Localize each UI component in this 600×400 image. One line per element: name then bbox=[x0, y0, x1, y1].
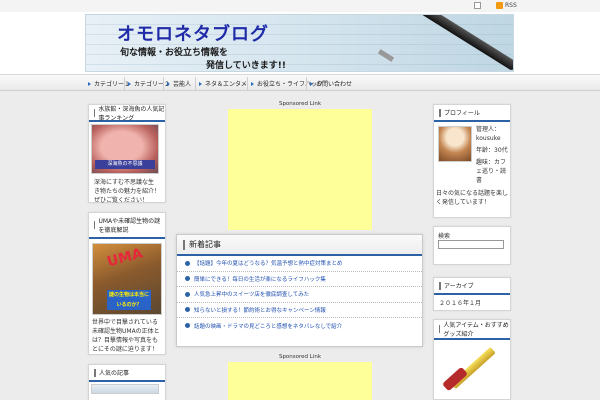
right-widget-profile: プロフィール 管理人：kousuke 年齢：30代 趣味：カフェ巡り・読書 日々… bbox=[433, 104, 511, 218]
arrow-right-icon bbox=[88, 81, 91, 86]
news-link[interactable]: 【話題】今年の夏はどうなる？気温予想と熱中症対策まとめ bbox=[194, 259, 343, 267]
heading-bar bbox=[439, 108, 441, 117]
bullet-icon bbox=[185, 307, 190, 313]
sponsored-label-bottom: Sponsored Link bbox=[278, 354, 322, 360]
nav-item-3[interactable]: 芸能人 bbox=[167, 77, 191, 90]
site-banner[interactable]: オモロネタブログ 旬な情報・お役立ち情報を 発信していきます!! bbox=[85, 14, 514, 72]
article-thumbnail[interactable] bbox=[91, 384, 159, 394]
widget-heading: UMAや未確認生物の謎を徹底解説 bbox=[89, 213, 165, 239]
sponsored-label-top: Sponsored Link bbox=[278, 101, 322, 107]
right-widget-search: 検索 bbox=[433, 226, 511, 265]
nav-divider bbox=[247, 77, 248, 90]
widget-heading-text: 人気の記事 bbox=[99, 370, 130, 377]
widget-heading: 水族館・深海魚の人気記事ランキング bbox=[89, 105, 165, 122]
arrow-right-icon bbox=[128, 81, 131, 86]
left-widget-ranking: 水族館・深海魚の人気記事ランキング 深海魚の不思議 深海にすむ不思議な生き物たち… bbox=[88, 104, 166, 204]
nav-divider bbox=[163, 77, 164, 90]
arrow-right-icon bbox=[199, 81, 202, 86]
top-bar: RSS bbox=[0, 0, 600, 12]
widget-heading-text: 人気アイテム・おすすめグッズ紹介 bbox=[443, 322, 509, 338]
news-link[interactable]: 簡単にできる！毎日の生活が楽になるライフハック集 bbox=[194, 275, 326, 283]
nav-divider bbox=[306, 77, 307, 90]
heading-bar bbox=[94, 368, 96, 377]
site-title[interactable]: オモロネタブログ bbox=[117, 20, 269, 46]
news-list-item[interactable]: 話題の映画・ドラマの見どころと感想をネタバレなしで紹介 bbox=[177, 318, 422, 334]
nav-item-label: ネタ＆エンタメ bbox=[205, 81, 247, 88]
rss-icon[interactable] bbox=[496, 2, 503, 9]
archive-link[interactable]: ２０１６年１月 bbox=[434, 295, 510, 312]
nav-divider bbox=[124, 77, 125, 90]
profile-description: 日々の気になる話題を楽しく発信しています！ bbox=[436, 190, 509, 206]
bullet-icon bbox=[185, 323, 190, 329]
bookmark-icon[interactable] bbox=[474, 2, 481, 9]
news-panel: 新着記事 【話題】今年の夏はどうなる？気温予想と熱中症対策まとめ 簡単にできる！… bbox=[176, 234, 423, 347]
nav-divider bbox=[195, 77, 196, 90]
uma-thumbnail[interactable]: UMA 謎の生物は本当にいるのか？ bbox=[92, 243, 162, 315]
profile-age: 年齢：30代 bbox=[476, 147, 508, 154]
profile-body: 管理人：kousuke 年齢：30代 趣味：カフェ巡り・読書 日々の気になる話題… bbox=[434, 122, 510, 210]
site-tagline-line1: 旬な情報・お役立ち情報を bbox=[120, 48, 229, 58]
news-heading: 新着記事 bbox=[177, 235, 422, 256]
news-link[interactable]: 話題の映画・ドラマの見どころと感想をネタバレなしで紹介 bbox=[194, 322, 342, 330]
widget-content: UMA 謎の生物は本当にいるのか？ 世界中で目撃されている未確認生物UMAの正体… bbox=[89, 239, 165, 356]
widget-heading-text: プロフィール bbox=[444, 110, 480, 117]
profile-hobby: 趣味：カフェ巡り・読書 bbox=[476, 159, 507, 184]
bullet-icon bbox=[185, 260, 190, 266]
widget-heading-text: アーカイブ bbox=[444, 283, 474, 290]
left-widget-uma: UMAや未確認生物の謎を徹底解説 UMA 謎の生物は本当にいるのか？ 世界中で目… bbox=[88, 212, 166, 355]
nav-item-label: お問い合わせ bbox=[316, 81, 353, 88]
heading-bar bbox=[94, 108, 96, 117]
news-link[interactable]: 人気急上昇中のスイーツ店を徹底調査してみた bbox=[194, 290, 309, 298]
widget-heading: 人気の記事 bbox=[89, 365, 165, 382]
widget-text[interactable]: 深海にすむ不思議な生き物たちの魅力を紹介！ぜひご覧ください！ bbox=[89, 174, 165, 209]
widget-text[interactable]: 世界中で目撃されている未確認生物UMAの正体とは？目撃情報や写真をもとにその謎に… bbox=[92, 318, 162, 354]
profile-name: 管理人：kousuke bbox=[476, 126, 501, 142]
profile-avatar bbox=[438, 126, 472, 162]
product-image[interactable] bbox=[440, 344, 500, 394]
global-nav: カテゴリー１ カテゴリー２ 芸能人 ネタ＆エンタメ お役立ち・ライフハック お問… bbox=[0, 74, 600, 91]
heading-bar bbox=[439, 325, 441, 333]
widget-heading: 人気アイテム・おすすめグッズ紹介 bbox=[434, 320, 510, 340]
search-input[interactable] bbox=[438, 240, 504, 249]
rss-link[interactable]: RSS bbox=[505, 2, 517, 9]
news-link[interactable]: 知らないと損する！節約術とお得なキャンペーン情報 bbox=[194, 306, 326, 314]
news-list-item[interactable]: 【話題】今年の夏はどうなる？気温予想と熱中症対策まとめ bbox=[177, 256, 422, 272]
heading-bar bbox=[183, 239, 185, 250]
ad-banner-top[interactable] bbox=[228, 109, 372, 230]
arrow-right-icon bbox=[310, 81, 313, 86]
arrow-right-icon bbox=[167, 81, 170, 86]
right-widget-goods: 人気アイテム・おすすめグッズ紹介 bbox=[433, 319, 511, 400]
widget-heading-text: UMAや未確認生物の謎を徹底解説 bbox=[98, 218, 161, 234]
search-label: 検索 bbox=[438, 233, 451, 240]
nav-item-6[interactable]: お問い合わせ bbox=[310, 77, 352, 90]
ad-banner-bottom[interactable] bbox=[228, 362, 372, 400]
nav-item-label: カテゴリー２ bbox=[134, 81, 171, 88]
nav-item-4[interactable]: ネタ＆エンタメ bbox=[199, 77, 247, 90]
bullet-icon bbox=[185, 291, 190, 297]
thumbnail-caption: 深海魚の不思議 bbox=[95, 160, 155, 169]
news-list-item[interactable]: 簡単にできる！毎日の生活が楽になるライフハック集 bbox=[177, 272, 422, 287]
site-tagline-line2: 発信していきます!! bbox=[206, 61, 286, 71]
left-widget-popular: 人気の記事 bbox=[88, 364, 166, 400]
nav-item-label: 芸能人 bbox=[173, 81, 192, 88]
news-heading-text: 新着記事 bbox=[189, 240, 221, 249]
deep-sea-fish-thumbnail[interactable]: 深海魚の不思議 bbox=[91, 124, 159, 174]
bullet-icon bbox=[185, 276, 190, 282]
heading-bar bbox=[439, 281, 441, 290]
news-list-item[interactable]: 知らないと損する！節約術とお得なキャンペーン情報 bbox=[177, 303, 422, 318]
uma-logo: UMA bbox=[105, 245, 145, 271]
arrow-right-icon bbox=[251, 81, 254, 86]
thumbnail-caption: 謎の生物は本当にいるのか？ bbox=[107, 290, 151, 310]
right-widget-archive: アーカイブ ２０１６年１月 bbox=[433, 277, 511, 311]
widget-heading: アーカイブ bbox=[434, 278, 510, 295]
widget-heading-text: 水族館・深海魚の人気記事ランキング bbox=[98, 105, 165, 122]
widget-heading: プロフィール bbox=[434, 105, 510, 122]
news-list-item[interactable]: 人気急上昇中のスイーツ店を徹底調査してみた bbox=[177, 287, 422, 303]
heading-bar bbox=[94, 221, 96, 229]
